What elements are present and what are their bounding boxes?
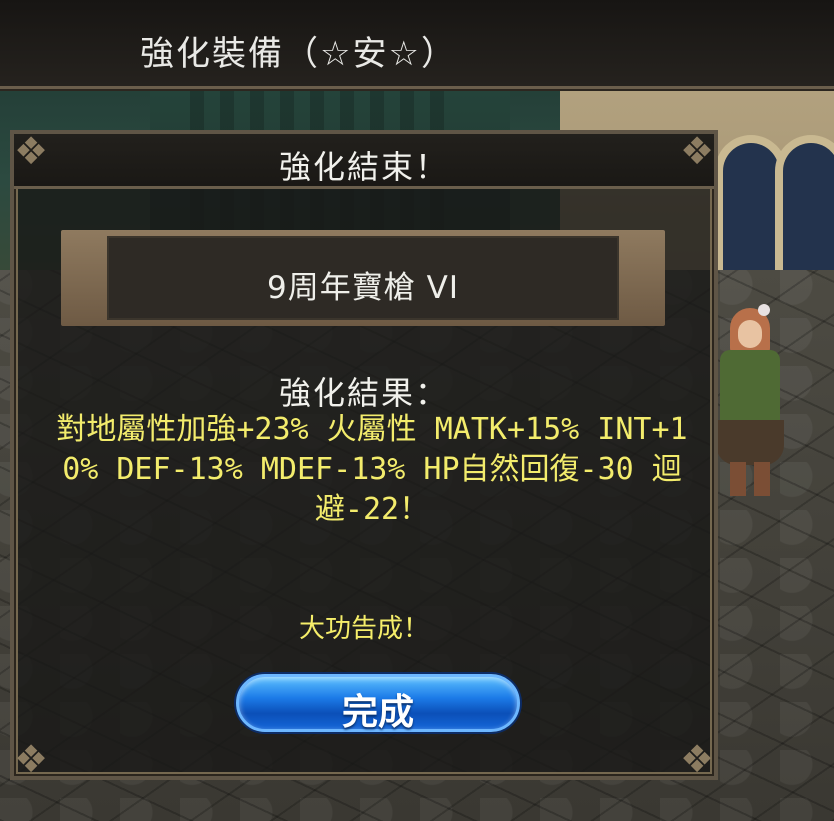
dialog-header: 強化結束！ xyxy=(14,134,714,189)
result-label: 強化結果： xyxy=(278,374,449,412)
item-name-box: 9周年寶槍 VI xyxy=(107,236,619,320)
npc-character[interactable] xyxy=(708,300,788,500)
corner-ornament-icon: ❖ xyxy=(679,129,715,173)
done-button-label: 完成 xyxy=(341,692,414,733)
item-name: 9周年寶槍 VI xyxy=(267,270,459,306)
corner-ornament-icon: ❖ xyxy=(679,737,715,781)
success-text: 大功告成！ xyxy=(298,614,429,644)
enhance-result-dialog: 強化結束！ ❖ ❖ ❖ ❖ 9周年寶槍 VI 強化結果： 對地屬性加強+23% … xyxy=(10,129,718,781)
dialog-title: 強化結束！ xyxy=(278,148,449,186)
npc-skirt xyxy=(716,420,784,465)
done-button[interactable]: 完成 xyxy=(236,674,520,733)
npc-face xyxy=(738,320,762,348)
result-text: 對地屬性加強+23% 火屬性 MATK+15% INT+10% DEF-13% … xyxy=(56,412,688,527)
window-title: 強化裝備（☆安☆） xyxy=(140,34,457,74)
window-title-bar: 強化裝備（☆安☆） xyxy=(0,0,834,89)
corner-ornament-icon: ❖ xyxy=(13,129,49,173)
corner-ornament-icon: ❖ xyxy=(13,737,49,781)
npc-hair-flower xyxy=(758,304,770,316)
item-name-frame: 9周年寶槍 VI xyxy=(61,230,665,326)
npc-legs xyxy=(730,462,770,496)
